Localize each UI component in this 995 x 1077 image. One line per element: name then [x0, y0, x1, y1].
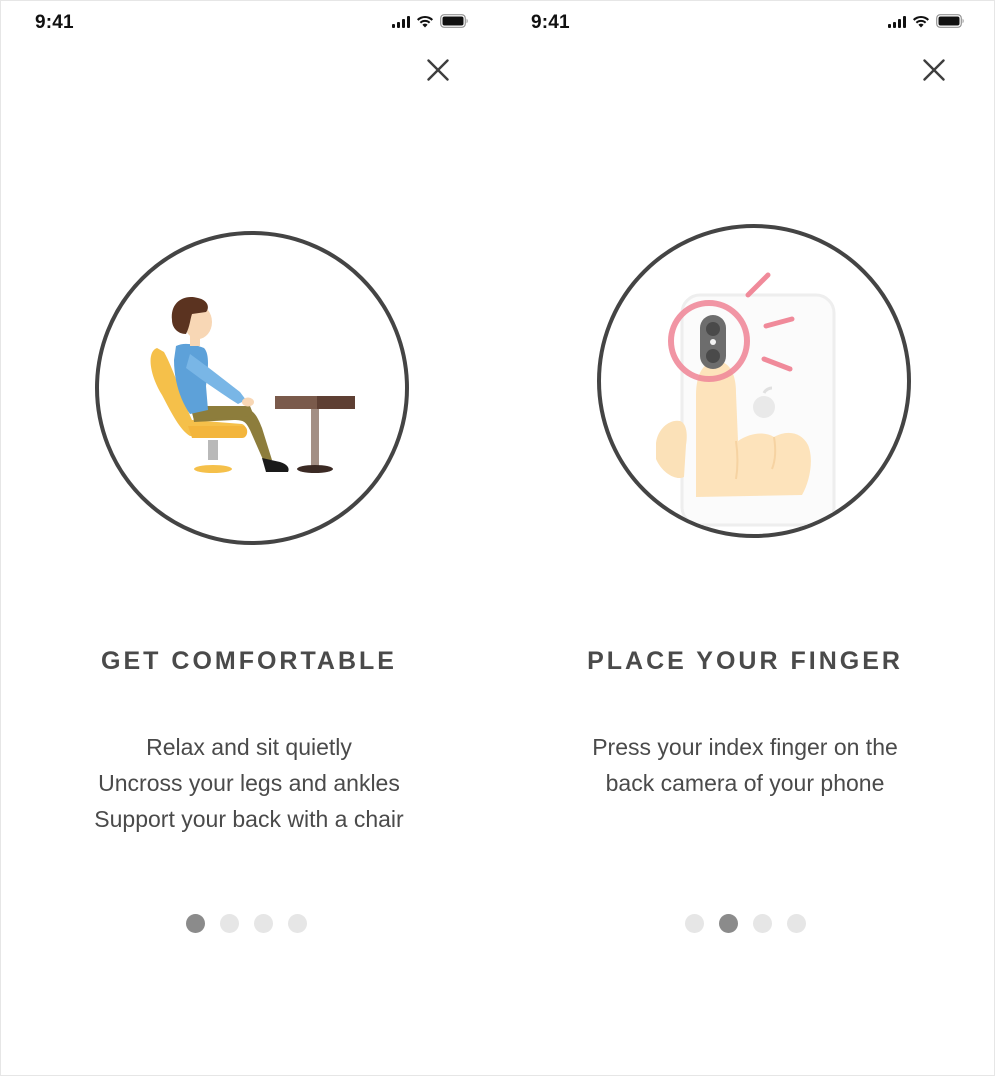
status-icons [392, 14, 469, 28]
page-indicator [1, 914, 497, 933]
person-sitting-at-table-illustration [95, 231, 409, 545]
status-bar: 9:41 [1, 9, 497, 39]
page-dot[interactable] [684, 914, 704, 933]
instruction-line: Uncross your legs and ankles [98, 770, 400, 796]
wifi-icon [913, 15, 929, 27]
close-button[interactable] [423, 55, 453, 85]
close-button[interactable] [919, 55, 949, 85]
page-dot[interactable] [219, 914, 239, 933]
battery-icon [440, 14, 468, 28]
onboarding-screen-get-comfortable: 9:41 GET COMFORTABLE Relax and sit quiet… [1, 1, 497, 1077]
instruction-line: Support your back with a chair [94, 806, 404, 832]
finger-on-camera-illustration [597, 224, 911, 538]
page-dot[interactable] [253, 914, 273, 933]
instruction-text: Relax and sit quietly Uncross your legs … [1, 729, 497, 837]
page-indicator [497, 914, 993, 933]
signal-icon [392, 15, 410, 28]
signal-icon [888, 15, 906, 28]
status-time: 9:41 [35, 12, 74, 33]
page-title: GET COMFORTABLE [101, 647, 397, 675]
page-dot-active[interactable] [718, 914, 738, 933]
close-icon [923, 59, 945, 81]
instruction-line: Press your index finger on the [592, 734, 898, 760]
status-icons [888, 14, 965, 28]
close-icon [427, 59, 449, 81]
status-bar: 9:41 [497, 9, 993, 39]
page-dot-active[interactable] [185, 914, 205, 933]
instruction-text: Press your index finger on the back came… [497, 729, 993, 801]
instruction-line: back camera of your phone [605, 770, 885, 796]
page-dot[interactable] [786, 914, 806, 933]
status-time: 9:41 [531, 12, 570, 33]
wifi-icon [417, 15, 433, 27]
onboarding-canvas: 9:41 GET COMFORTABLE Relax and sit quiet… [0, 0, 995, 1076]
instruction-line: Relax and sit quietly [146, 734, 352, 760]
page-dot[interactable] [752, 914, 772, 933]
page-title: PLACE YOUR FINGER [587, 647, 903, 675]
onboarding-screen-place-your-finger: 9:41 PLACE YOUR FINGER Press your index … [497, 1, 993, 1077]
battery-icon [936, 14, 964, 28]
page-dot[interactable] [287, 914, 307, 933]
